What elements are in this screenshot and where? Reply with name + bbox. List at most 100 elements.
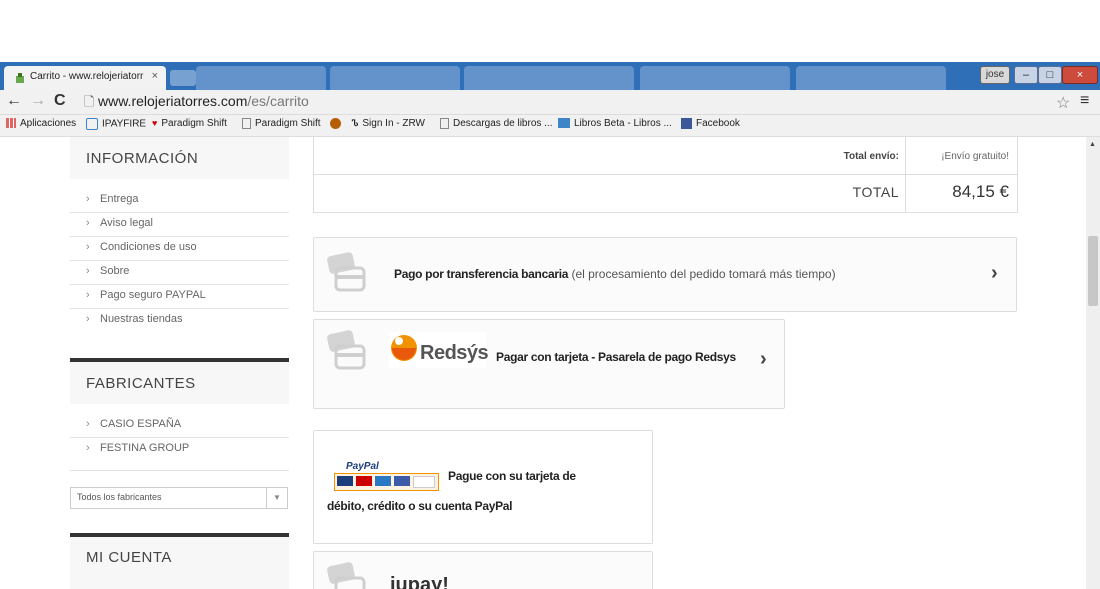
payment-redsys[interactable]: Redsýs Pagar con tarjeta - Pasarela de p…	[313, 319, 785, 409]
chevron-right-icon: ›	[86, 265, 90, 277]
card-icon	[327, 562, 366, 589]
scroll-up-icon[interactable]: ▲	[1089, 141, 1096, 148]
chrome-menu-icon[interactable]: ≡	[1080, 92, 1089, 110]
new-tab-button[interactable]	[170, 70, 196, 86]
paypal-label-line2: débito, crédito o su cuenta PayPal	[327, 499, 513, 513]
sidebar-account-header: MI CUENTA	[70, 537, 289, 589]
manufacturer-select[interactable]: Todos los fabricantes ▼	[70, 487, 288, 509]
payment-bank-transfer[interactable]: Pago por transferencia bancaria (el proc…	[313, 237, 1017, 312]
tab-carrito[interactable]: Carrito - www.relojeriatorr ×	[4, 66, 166, 90]
bookmark-sign-in-zrw[interactable]: Ꮦ Sign In - ZRW	[352, 118, 425, 129]
total-value: 84,15 €	[952, 182, 1009, 201]
paypal-logo: PayPal	[334, 461, 439, 491]
heart-icon: ♥	[152, 118, 158, 129]
chevron-right-icon: ›	[86, 241, 90, 253]
url-path: /es/carrito	[247, 93, 309, 109]
paypal-wordmark: PayPal	[346, 461, 379, 472]
redsys-logo: Redsýs	[388, 332, 489, 368]
tab-strip: Carrito - www.relojeriatorr × jose – □ ×	[0, 62, 1100, 90]
visa-icon	[337, 476, 353, 486]
chevron-right-icon: ›	[86, 313, 90, 325]
window-close-button[interactable]: ×	[1062, 66, 1098, 84]
forward-icon[interactable]: →	[30, 92, 46, 110]
tab-inactive-5[interactable]	[796, 66, 946, 90]
tab-inactive-1[interactable]	[196, 66, 326, 90]
redsys-label: Pagar con tarjeta - Pasarela de pago Red…	[496, 350, 736, 364]
amex-icon	[375, 476, 391, 486]
bank-transfer-label: Pago por transferencia bancaria	[394, 267, 569, 281]
sidebar-info-header: INFORMACIÓN	[70, 137, 289, 179]
page-icon	[242, 118, 251, 129]
profile-button[interactable]: jose	[980, 66, 1010, 84]
card-icon	[327, 330, 366, 370]
chevron-right-icon: ›	[86, 418, 90, 430]
card-brand-icon	[394, 476, 410, 486]
chevron-right-icon: ›	[760, 348, 767, 370]
page-content: INFORMACIÓN › Entrega › Aviso legal › Condi…	[0, 137, 1086, 589]
redsys-wordmark: Redsýs	[420, 342, 489, 364]
tab-inactive-2[interactable]	[330, 66, 460, 90]
shipping-value: ¡Envío gratuito!	[941, 151, 1009, 162]
chevron-right-icon: ›	[86, 289, 90, 301]
sidebar-divider	[70, 470, 289, 471]
scrollbar-thumb[interactable]	[1088, 236, 1098, 306]
tab-close-icon[interactable]: ×	[152, 70, 158, 82]
sidebar-item-paypal[interactable]: › Pago seguro PAYPAL	[70, 285, 289, 309]
ipayfire-icon	[86, 118, 98, 130]
browser-toolbar: ← → C 🗋 www.relojeriatorres.com/es/carri…	[0, 90, 1100, 115]
bookmark-facebook[interactable]: Facebook	[681, 118, 740, 129]
sidebar-item-condiciones[interactable]: › Condiciones de uso	[70, 237, 289, 261]
tab-title: Carrito - www.relojeriatorr	[30, 71, 144, 82]
tab-inactive-4[interactable]	[640, 66, 790, 90]
bookmarks-bar: Aplicaciones IPAYFIRE ♥ Paradigm Shift Pa…	[0, 115, 1100, 137]
chevron-right-icon: ›	[991, 262, 998, 284]
reload-icon[interactable]: C	[54, 92, 66, 110]
sidebar-item-sobre[interactable]: › Sobre	[70, 261, 289, 285]
bookmark-descargas[interactable]: Descargas de libros ...	[440, 118, 553, 129]
shipping-label: Total envío:	[843, 151, 899, 162]
apps-grid-icon	[6, 118, 16, 129]
bookmark-paradigm-shift-1[interactable]: ♥ Paradigm Shift	[152, 118, 227, 129]
bank-account-icon	[413, 476, 435, 488]
chevron-down-icon: ▼	[266, 488, 287, 508]
total-label: TOTAL	[852, 184, 899, 200]
url-domain: www.relojeriatorres.com	[98, 93, 248, 109]
shop-favicon-icon	[16, 73, 24, 83]
sidebar-item-tiendas[interactable]: › Nuestras tiendas	[70, 309, 289, 332]
redsys-logo-icon	[391, 335, 417, 361]
chevron-right-icon: ›	[86, 193, 90, 205]
page-icon: 🗋	[84, 94, 95, 109]
sidebar-item-aviso-legal[interactable]: › Aviso legal	[70, 213, 289, 237]
back-icon[interactable]: ←	[6, 92, 22, 110]
sidebar-manufacturers-header: FABRICANTES	[70, 362, 289, 404]
bookmark-apps[interactable]: Aplicaciones	[6, 118, 76, 129]
cart-totals: Total envío: ¡Envío gratuito! TOTAL 84,1…	[313, 137, 1018, 213]
bb-icon	[558, 118, 570, 129]
minimize-button[interactable]: –	[1014, 66, 1038, 84]
zrw-icon: Ꮦ	[352, 118, 359, 128]
sidebar-item-casio[interactable]: › CASIO ESPAÑA	[70, 414, 289, 438]
page-scrollbar[interactable]	[1086, 137, 1100, 589]
payment-paypal[interactable]: PayPal Pague con su tarjeta de débito, c…	[313, 430, 653, 544]
address-bar[interactable]: 🗋 www.relojeriatorres.com/es/carrito	[82, 92, 1072, 111]
mastercard-icon	[356, 476, 372, 486]
bookmark-globe[interactable]	[330, 118, 345, 129]
tab-inactive-3[interactable]	[464, 66, 634, 90]
bookmark-libros-beta[interactable]: Libros Beta - Libros ...	[558, 118, 672, 129]
payment-iupay[interactable]: iupay!	[313, 551, 653, 589]
sidebar-item-festina[interactable]: › FESTINA GROUP	[70, 438, 289, 461]
iupay-logo: iupay!	[390, 574, 449, 589]
paypal-label-line1: Pague con su tarjeta de	[448, 469, 576, 483]
chevron-right-icon: ›	[86, 442, 90, 454]
bookmark-ipayfire[interactable]: IPAYFIRE	[86, 118, 146, 130]
bookmark-star-icon[interactable]: ☆	[1056, 93, 1070, 113]
bank-transfer-note: (el procesamiento del pedido tomará más …	[568, 267, 836, 281]
maximize-button[interactable]: □	[1038, 66, 1062, 84]
globe-icon	[330, 118, 341, 129]
page-icon	[440, 118, 449, 129]
sidebar-item-entrega[interactable]: › Entrega	[70, 189, 289, 213]
card-icon	[327, 252, 366, 292]
bookmark-paradigm-shift-2[interactable]: Paradigm Shift	[242, 118, 321, 129]
chevron-right-icon: ›	[86, 217, 90, 229]
facebook-icon	[681, 118, 692, 129]
